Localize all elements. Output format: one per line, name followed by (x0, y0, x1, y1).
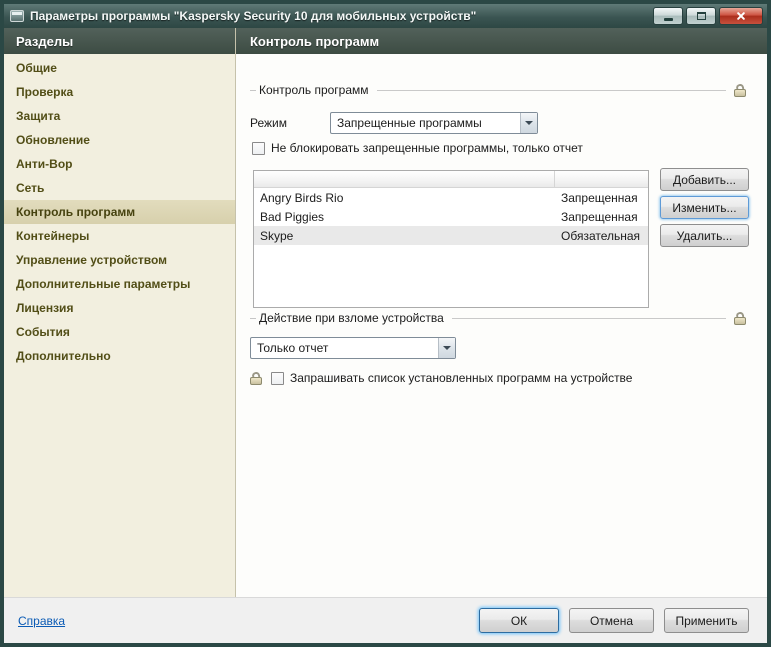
policy-lock-icon[interactable] (250, 372, 265, 385)
page-title: Контроль программ (236, 28, 767, 54)
group-breach-label: Действие при взломе устройства (259, 311, 444, 325)
request-list-checkbox[interactable] (271, 372, 284, 385)
table-row[interactable]: Bad Piggies Запрещенная (254, 207, 648, 226)
breach-action-dropdown[interactable]: Только отчет (250, 337, 456, 359)
mode-dropdown[interactable]: Запрещенные программы (330, 112, 538, 134)
app-status-cell: Запрещенная (555, 210, 648, 224)
app-status-cell: Обязательная (555, 229, 648, 243)
sidebar-items: Общие Проверка Защита Обновление Анти-Во… (4, 54, 235, 368)
group-app-control-separator: Контроль программ (250, 80, 749, 100)
add-button[interactable]: Добавить... (660, 168, 749, 191)
mode-dropdown-value: Запрещенные программы (331, 113, 520, 133)
sidebar-header: Разделы (4, 28, 235, 54)
policy-lock-icon[interactable] (734, 84, 749, 97)
main-panel: Контроль программ Контроль программ Режи… (236, 28, 767, 597)
window-controls (650, 7, 763, 25)
sidebar-item-general[interactable]: Общие (4, 56, 235, 80)
sidebar-item-network[interactable]: Сеть (4, 176, 235, 200)
edit-button[interactable]: Изменить... (660, 196, 749, 219)
sidebar-item-license[interactable]: Лицензия (4, 296, 235, 320)
report-only-checkbox-row: Не блокировать запрещенные программы, то… (252, 140, 583, 156)
table-header-name-column[interactable] (254, 171, 555, 187)
sidebar-item-scan[interactable]: Проверка (4, 80, 235, 104)
report-only-checkbox-label[interactable]: Не блокировать запрещенные программы, то… (271, 141, 583, 155)
sidebar-item-device-management[interactable]: Управление устройством (4, 248, 235, 272)
cancel-button[interactable]: Отмена (569, 608, 654, 633)
sidebar-item-containers[interactable]: Контейнеры (4, 224, 235, 248)
separator-line (377, 90, 726, 91)
apply-button[interactable]: Применить (664, 608, 749, 633)
table-header (254, 171, 648, 188)
table-row[interactable]: Angry Birds Rio Запрещенная (254, 188, 648, 207)
app-list-table[interactable]: Angry Birds Rio Запрещенная Bad Piggies … (253, 170, 649, 308)
app-name-cell: Skype (254, 229, 555, 243)
maximize-button[interactable] (686, 7, 716, 25)
lock-body (250, 377, 262, 385)
minimize-button[interactable] (653, 7, 683, 25)
lock-body (734, 89, 746, 97)
group-breach-separator: Действие при взломе устройства (250, 308, 749, 328)
sidebar-item-anti-theft[interactable]: Анти-Вор (4, 152, 235, 176)
separator-tick (250, 90, 256, 91)
window-title: Параметры программы "Kaspersky Security … (30, 9, 650, 23)
request-list-row: Запрашивать список установленных програм… (250, 370, 632, 386)
window-icon (10, 10, 24, 22)
help-link[interactable]: Справка (18, 614, 65, 628)
app-name-cell: Bad Piggies (254, 210, 555, 224)
sidebar-item-events[interactable]: События (4, 320, 235, 344)
table-header-status-column[interactable] (555, 171, 648, 187)
sidebar-item-protection[interactable]: Защита (4, 104, 235, 128)
chevron-down-icon (443, 346, 451, 350)
dropdown-arrow-button[interactable] (438, 338, 455, 358)
breach-action-dropdown-value: Только отчет (251, 338, 438, 358)
sidebar-item-update[interactable]: Обновление (4, 128, 235, 152)
separator-tick (250, 318, 256, 319)
app-name-cell: Angry Birds Rio (254, 191, 555, 205)
sidebar-item-additional-parameters[interactable]: Дополнительные параметры (4, 272, 235, 296)
titlebar[interactable]: Параметры программы "Kaspersky Security … (4, 4, 767, 28)
close-button[interactable] (719, 7, 763, 25)
table-row[interactable]: Skype Обязательная (254, 226, 648, 245)
lock-body (734, 317, 746, 325)
footer-bar: Справка ОК Отмена Применить (4, 597, 767, 643)
mode-label: Режим (250, 112, 287, 134)
chevron-down-icon (525, 121, 533, 125)
request-list-checkbox-label[interactable]: Запрашивать список установленных програм… (290, 371, 632, 385)
separator-line (452, 318, 726, 319)
sidebar-item-app-control[interactable]: Контроль программ (4, 200, 235, 224)
main-content: Контроль программ Режим Запрещенные прог… (236, 54, 767, 597)
settings-window: Параметры программы "Kaspersky Security … (0, 0, 771, 647)
policy-lock-icon[interactable] (734, 312, 749, 325)
sidebar-item-advanced[interactable]: Дополнительно (4, 344, 235, 368)
app-status-cell: Запрещенная (555, 191, 648, 205)
report-only-checkbox[interactable] (252, 142, 265, 155)
delete-button[interactable]: Удалить... (660, 224, 749, 247)
close-icon (736, 11, 746, 21)
minimize-icon (664, 18, 673, 21)
dropdown-arrow-button[interactable] (520, 113, 537, 133)
group-app-control-label: Контроль программ (259, 83, 369, 97)
maximize-icon (697, 12, 706, 20)
sidebar: Разделы Общие Проверка Защита Обновление… (4, 28, 236, 597)
ok-button[interactable]: ОК (479, 608, 559, 633)
